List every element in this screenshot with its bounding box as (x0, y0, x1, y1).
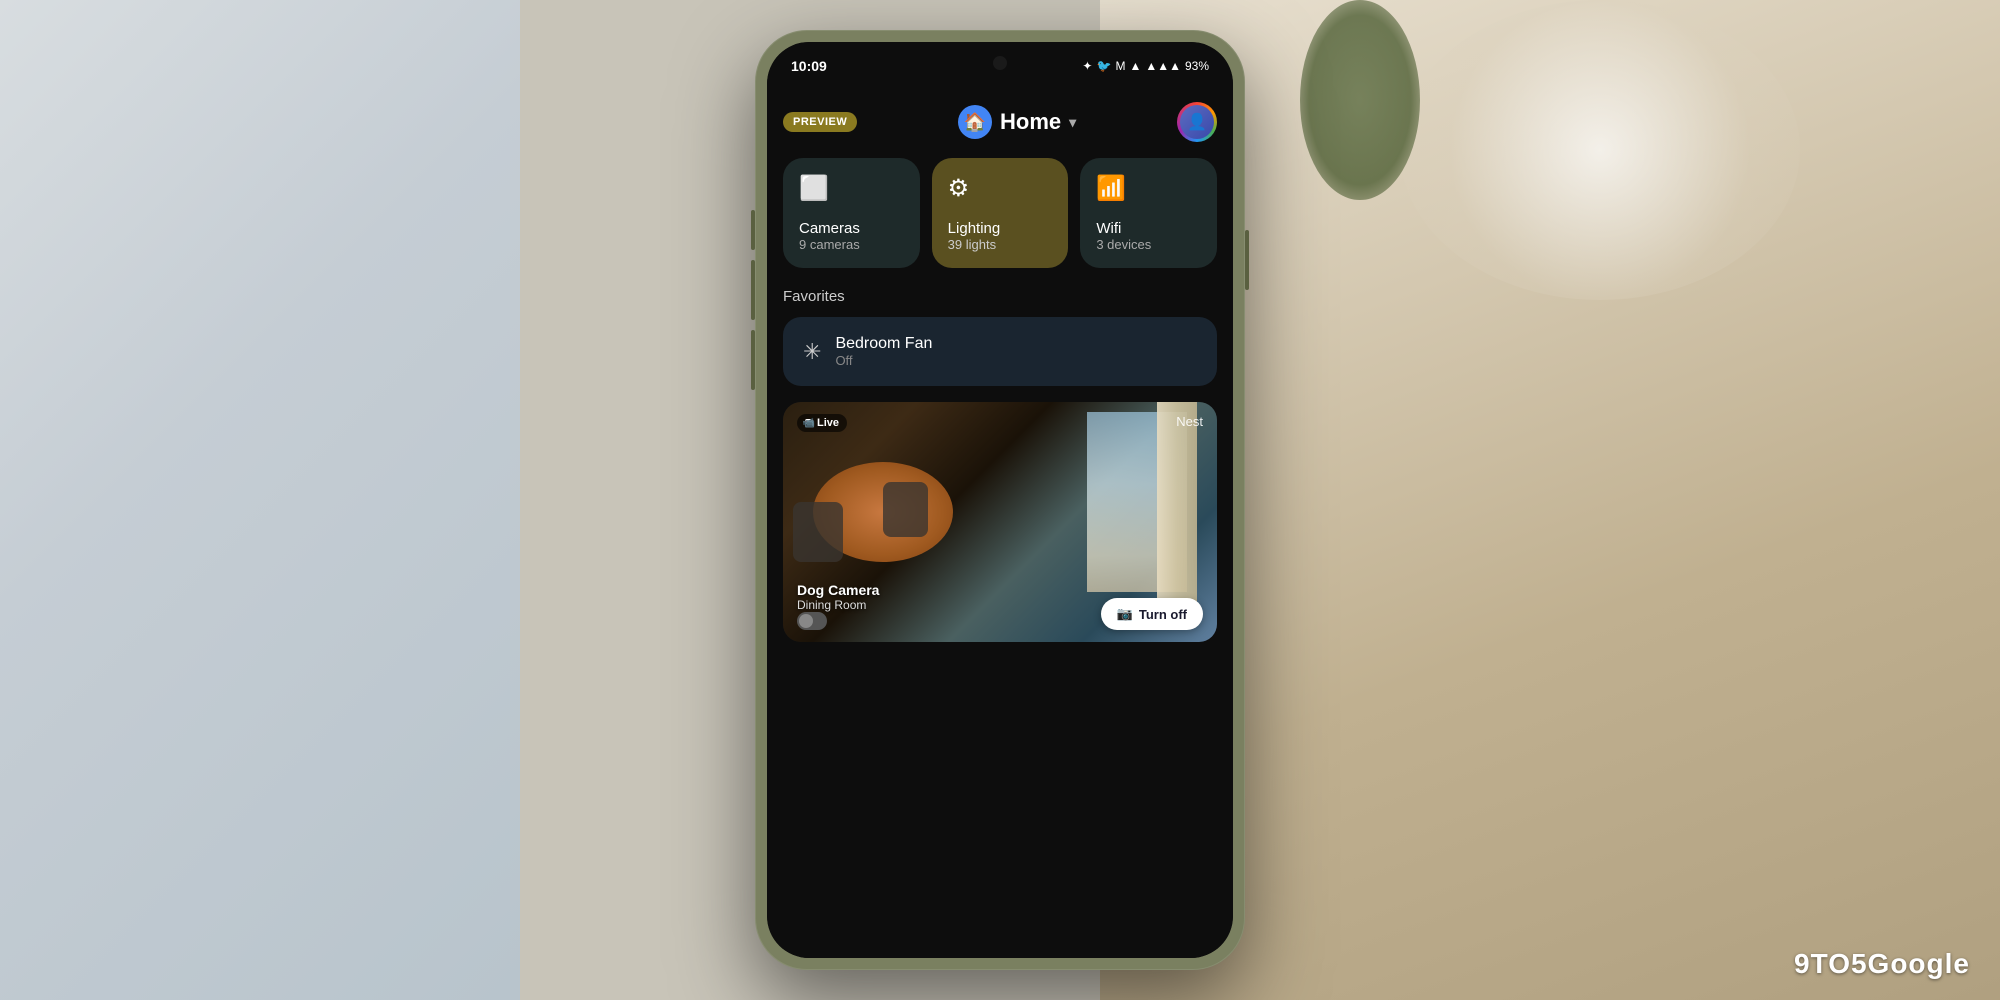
device-card-grid: ⬜ Cameras 9 cameras ⚙ Lighting 39 lights (783, 158, 1217, 268)
home-icon: 🏠 (958, 105, 992, 139)
power-button (1245, 230, 1249, 290)
app-content: PREVIEW 🏠 Home ▾ 👤 ⬜ Cameras (767, 90, 1233, 958)
lighting-card[interactable]: ⚙ Lighting 39 lights (932, 158, 1069, 268)
preview-badge: PREVIEW (783, 112, 857, 132)
background-plant (1300, 0, 1420, 200)
battery-level: 93% (1185, 59, 1209, 73)
camera-location: Dining Room (797, 598, 879, 612)
front-camera (993, 56, 1007, 70)
lighting-card-info: Lighting 39 lights (948, 220, 1053, 252)
volume-up-button (751, 210, 755, 250)
cell-signal-icon: ▲▲▲ (1145, 59, 1181, 73)
cameras-card[interactable]: ⬜ Cameras 9 cameras (783, 158, 920, 268)
status-time: 10:09 (791, 58, 827, 74)
camera-card-count: 9 cameras (799, 237, 904, 252)
phone-device: 10:09 ✦ 🐦 M ▲ ▲▲▲ 93% PREVIEW 🏠 Ho (755, 30, 1245, 970)
user-avatar-ring[interactable]: 👤 (1177, 102, 1217, 142)
fan-status: Off (835, 353, 932, 368)
gmail-icon: M (1115, 59, 1125, 73)
status-icons: ✦ 🐦 M ▲ ▲▲▲ 93% (1082, 59, 1209, 73)
camera-icon: 📹 (805, 419, 813, 427)
assistant-button (751, 330, 755, 390)
notification-icon: ✦ (1082, 59, 1092, 73)
lighting-card-icon: ⚙ (948, 174, 1053, 203)
camera-curtain-element (1157, 402, 1197, 602)
home-title[interactable]: 🏠 Home ▾ (958, 105, 1076, 139)
phone-screen: 10:09 ✦ 🐦 M ▲ ▲▲▲ 93% PREVIEW 🏠 Ho (767, 42, 1233, 958)
fan-icon: ✳ (803, 339, 821, 365)
wifi-card-name: Wifi (1096, 220, 1201, 237)
turn-off-icon: 📷 (1117, 606, 1133, 622)
camera-brand: Nest (1176, 414, 1203, 429)
bedroom-fan-item[interactable]: ✳ Bedroom Fan Off (783, 317, 1217, 386)
chevron-down-icon: ▾ (1069, 114, 1076, 131)
twitter-icon: 🐦 (1096, 59, 1111, 73)
favorites-label: Favorites (783, 288, 1217, 305)
turn-off-button[interactable]: 📷 Turn off (1101, 598, 1203, 630)
screen-content: 10:09 ✦ 🐦 M ▲ ▲▲▲ 93% PREVIEW 🏠 Ho (767, 42, 1233, 958)
camera-chair-2 (883, 482, 928, 537)
fan-info: Bedroom Fan Off (835, 335, 932, 368)
watermark: 9TO5Google (1794, 948, 1970, 980)
lighting-card-count: 39 lights (948, 237, 1053, 252)
camera-card-info: Cameras 9 cameras (799, 220, 904, 252)
camera-chair-1 (793, 502, 843, 562)
background-left (0, 0, 520, 1000)
user-avatar: 👤 (1180, 105, 1214, 139)
camera-card-icon: ⬜ (799, 174, 904, 203)
camera-live-badge: 📹 Live (797, 414, 847, 432)
lighting-card-name: Lighting (948, 220, 1053, 237)
camera-feed[interactable]: 📹 Live Nest Dog Camera Dining Room 📷 Tur… (783, 402, 1217, 642)
camera-device-name: Dog Camera Dining Room (797, 582, 879, 612)
camera-card-name: Cameras (799, 220, 904, 237)
fan-name: Bedroom Fan (835, 335, 932, 353)
live-label: Live (817, 417, 839, 429)
volume-down-button (751, 260, 755, 320)
wifi-card[interactable]: 📶 Wifi 3 devices (1080, 158, 1217, 268)
wifi-card-count: 3 devices (1096, 237, 1201, 252)
wifi-card-icon: 📶 (1096, 174, 1201, 203)
app-header: PREVIEW 🏠 Home ▾ 👤 (783, 90, 1217, 158)
wifi-card-info: Wifi 3 devices (1096, 220, 1201, 252)
home-label: Home (1000, 109, 1061, 135)
background-blur (1400, 0, 1800, 300)
turn-off-label: Turn off (1139, 607, 1187, 622)
camera-power-toggle[interactable] (797, 612, 827, 630)
wifi-signal-icon: ▲ (1129, 59, 1141, 73)
